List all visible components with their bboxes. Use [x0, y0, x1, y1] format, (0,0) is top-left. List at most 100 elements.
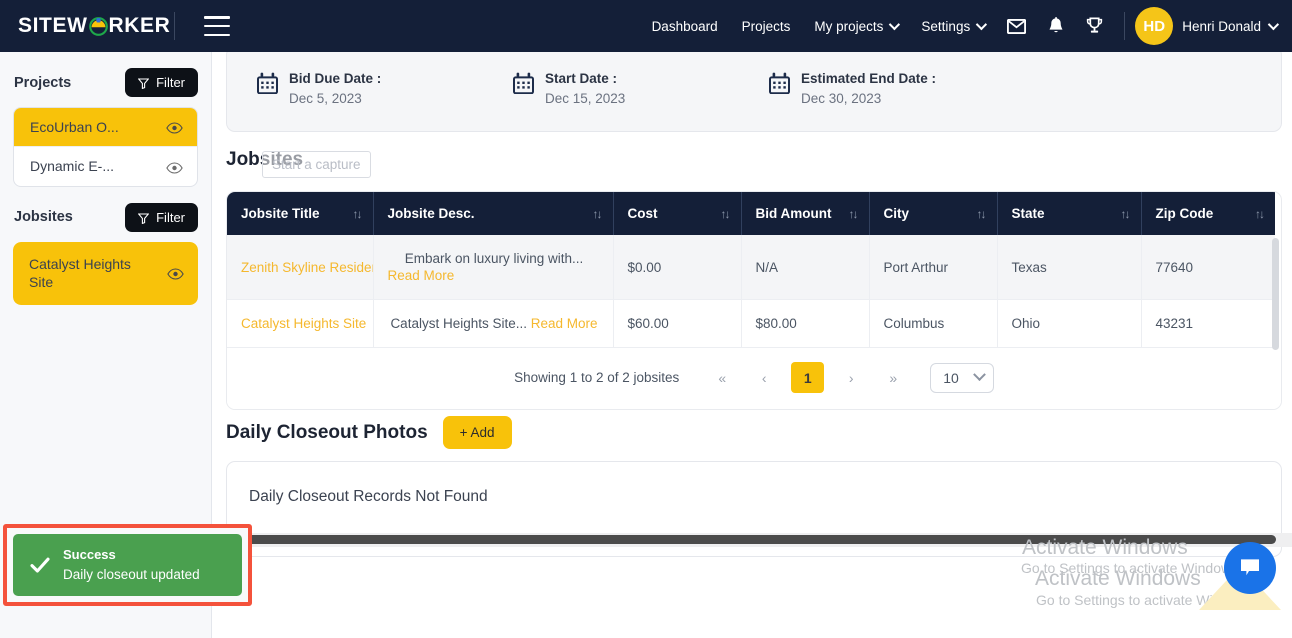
- project-dates-card: Bid Due Date : Dec 5, 2023 Start Date: …: [226, 52, 1282, 132]
- top-nav-links: Dashboard Projects My projects Settings: [640, 0, 1292, 52]
- mail-icon[interactable]: [1007, 18, 1027, 34]
- nav-link-settings[interactable]: Settings: [921, 18, 988, 34]
- date-label: Estimated End Date :: [801, 71, 937, 87]
- table-row[interactable]: Catalyst Heights Site Catalyst Heights S…: [227, 299, 1275, 348]
- column-header-bid-amount[interactable]: Bid Amount ↑↓: [741, 192, 870, 235]
- cell-state: Ohio: [997, 299, 1142, 348]
- table-vertical-scrollbar[interactable]: [1272, 238, 1279, 350]
- logo-divider: [174, 12, 176, 40]
- sidebar-jobsites-header: Jobsites Filter: [13, 202, 198, 232]
- pagination-prev-button[interactable]: ‹: [749, 363, 779, 393]
- add-daily-closeout-button[interactable]: + Add: [442, 416, 512, 449]
- page-size-select[interactable]: 10: [930, 362, 994, 393]
- calendar-icon: [769, 72, 790, 99]
- nav-link-projects[interactable]: Projects: [742, 19, 791, 34]
- column-header-jobsite-title[interactable]: Jobsite Title ↑↓: [227, 192, 374, 235]
- projects-filter-label: Filter: [156, 75, 185, 90]
- toast-title: Success: [63, 546, 116, 562]
- read-more-link[interactable]: Read More: [531, 316, 598, 331]
- pagination-next-button[interactable]: ›: [836, 363, 866, 393]
- main-content: Bid Due Date : Dec 5, 2023 Start Date: …: [212, 52, 1292, 638]
- cell-city: Port Arthur: [869, 235, 998, 300]
- jobsite-desc-text: Catalyst Heights Site...: [390, 316, 527, 331]
- nav-link-settings-label: Settings: [921, 18, 971, 34]
- cell-jobsite-desc: Catalyst Heights Site... Read More: [373, 299, 614, 348]
- nav-divider: [1124, 12, 1126, 40]
- cell-jobsite-title[interactable]: Zenith Skyline Residen: [227, 235, 374, 300]
- hamburger-icon[interactable]: [204, 16, 230, 36]
- date-block-bid-due: Bid Due Date : Dec 5, 2023: [257, 69, 513, 108]
- column-label: State: [1011, 206, 1045, 221]
- sidebar-item-jobsite-0[interactable]: Catalyst Heights Site: [13, 241, 198, 305]
- sort-icon[interactable]: ↑↓: [1255, 207, 1265, 221]
- sidebar-jobsites-list: Catalyst Heights Site: [13, 241, 198, 305]
- sidebar-projects-header: Projects Filter: [13, 68, 198, 97]
- cell-bid-amount: N/A: [741, 235, 870, 300]
- sort-icon[interactable]: ↑↓: [1121, 207, 1131, 221]
- eye-icon[interactable]: [166, 121, 183, 134]
- eye-icon[interactable]: [167, 267, 184, 280]
- cell-zip-code: 77640: [1141, 235, 1275, 300]
- success-toast[interactable]: Success Daily closeout updated: [13, 534, 242, 596]
- capture-hint-tooltip: Start a capture: [262, 151, 371, 178]
- date-value: Dec 30, 2023: [801, 91, 882, 106]
- jobsites-section-header: Jobsites Start a capture: [226, 149, 371, 178]
- column-header-zip-code[interactable]: Zip Code ↑↓: [1141, 192, 1275, 235]
- date-block-estimated-end: Estimated End Date : Dec 30, 2023: [769, 69, 1025, 108]
- read-more-link[interactable]: Read More: [388, 268, 455, 283]
- horizontal-scrollbar-thumb[interactable]: [226, 535, 1276, 544]
- nav-link-my-projects-label: My projects: [814, 18, 884, 34]
- nav-link-dashboard[interactable]: Dashboard: [652, 19, 718, 34]
- column-header-state[interactable]: State ↑↓: [997, 192, 1142, 235]
- date-value: Dec 5, 2023: [289, 91, 362, 106]
- user-menu-label: Henri Donald: [1182, 18, 1261, 34]
- jobsites-table: Jobsite Title ↑↓ Jobsite Desc. ↑↓ Cost ↑…: [227, 192, 1275, 348]
- column-header-jobsite-desc[interactable]: Jobsite Desc. ↑↓: [373, 192, 614, 235]
- sidebar-item-project-0[interactable]: EcoUrban O...: [14, 108, 197, 147]
- column-header-cost[interactable]: Cost ↑↓: [613, 192, 742, 235]
- avatar[interactable]: HD: [1135, 7, 1174, 45]
- table-row[interactable]: Zenith Skyline Residen Embark on luxury …: [227, 235, 1275, 300]
- nav-link-my-projects[interactable]: My projects: [814, 18, 901, 34]
- date-value: Dec 15, 2023: [545, 91, 626, 106]
- date-label: Start Date :: [545, 71, 618, 87]
- brand-name-part2: RKER: [108, 14, 171, 37]
- date-label: Bid Due Date :: [289, 71, 382, 87]
- jobsites-filter-button[interactable]: Filter: [125, 202, 198, 232]
- sort-icon[interactable]: ↑↓: [721, 207, 731, 221]
- column-header-city[interactable]: City ↑↓: [869, 192, 998, 235]
- cell-cost: $60.00: [613, 299, 742, 348]
- user-menu[interactable]: Henri Donald: [1182, 18, 1280, 34]
- chevron-down-icon: [975, 18, 988, 31]
- jobsite-title-link[interactable]: Zenith Skyline Residen: [241, 260, 372, 275]
- sort-icon[interactable]: ↑↓: [353, 207, 363, 221]
- trophy-icon[interactable]: [1086, 17, 1103, 35]
- pagination-page-1[interactable]: 1: [791, 362, 825, 393]
- cell-bid-amount: $80.00: [741, 299, 870, 348]
- column-label: City: [883, 206, 910, 221]
- sort-icon[interactable]: ↑↓: [977, 207, 987, 221]
- sort-icon[interactable]: ↑↓: [849, 207, 859, 221]
- calendar-icon: [257, 72, 278, 99]
- column-label: Cost: [627, 206, 658, 221]
- projects-filter-button[interactable]: Filter: [125, 68, 198, 97]
- daily-closeout-title: Daily Closeout Photos: [226, 421, 428, 443]
- bell-icon[interactable]: [1048, 17, 1064, 35]
- eye-icon[interactable]: [166, 161, 183, 174]
- pagination-last-button[interactable]: »: [878, 363, 908, 393]
- pagination-first-button[interactable]: «: [707, 363, 737, 393]
- cell-jobsite-title[interactable]: Catalyst Heights Site: [227, 299, 374, 348]
- cell-cost: $0.00: [613, 235, 742, 300]
- sort-icon[interactable]: ↑↓: [593, 207, 603, 221]
- brand-logo[interactable]: SITEW RKER: [0, 12, 182, 40]
- top-navigation-bar: SITEW RKER Dashboard Projects My project…: [0, 0, 1292, 52]
- sidebar-projects-list: EcoUrban O... Dynamic E-...: [13, 107, 198, 187]
- jobsite-title-link[interactable]: Catalyst Heights Site: [241, 316, 366, 331]
- sidebar-item-project-1[interactable]: Dynamic E-...: [14, 146, 197, 185]
- jobsite-desc-text: Embark on luxury living with...: [404, 251, 584, 266]
- toast-message: Daily closeout updated: [63, 566, 200, 582]
- brand-logo-text: SITEW RKER: [18, 14, 170, 38]
- page-size-value: 10: [943, 369, 959, 386]
- nav-link-projects-label: Projects: [741, 18, 791, 34]
- chat-widget-button[interactable]: [1224, 542, 1276, 594]
